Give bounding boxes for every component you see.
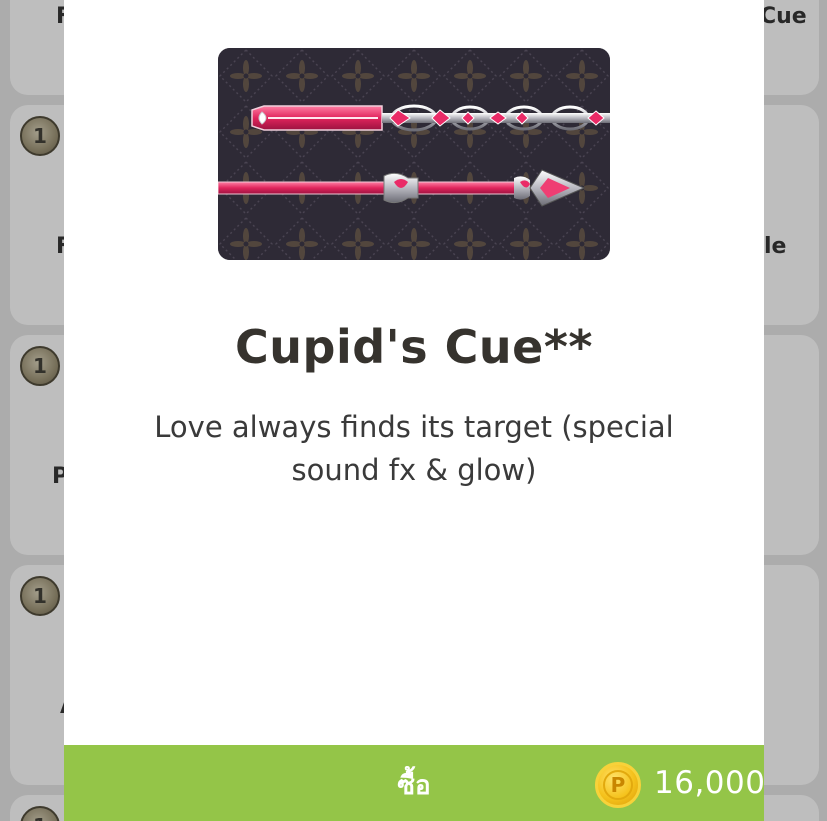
coin-icon-letter: P bbox=[603, 770, 633, 800]
buy-button[interactable]: ซื้อ P 16,000 bbox=[64, 745, 766, 821]
price-amount: 16,000 bbox=[654, 765, 766, 801]
item-title: Cupid's Cue** bbox=[235, 320, 593, 374]
cue-preview-image bbox=[218, 48, 610, 260]
item-description: Love always finds its target (special so… bbox=[154, 410, 674, 487]
coin-icon: P bbox=[595, 762, 641, 808]
item-detail-modal: Cupid's Cue** Love always finds its targ… bbox=[64, 0, 766, 821]
